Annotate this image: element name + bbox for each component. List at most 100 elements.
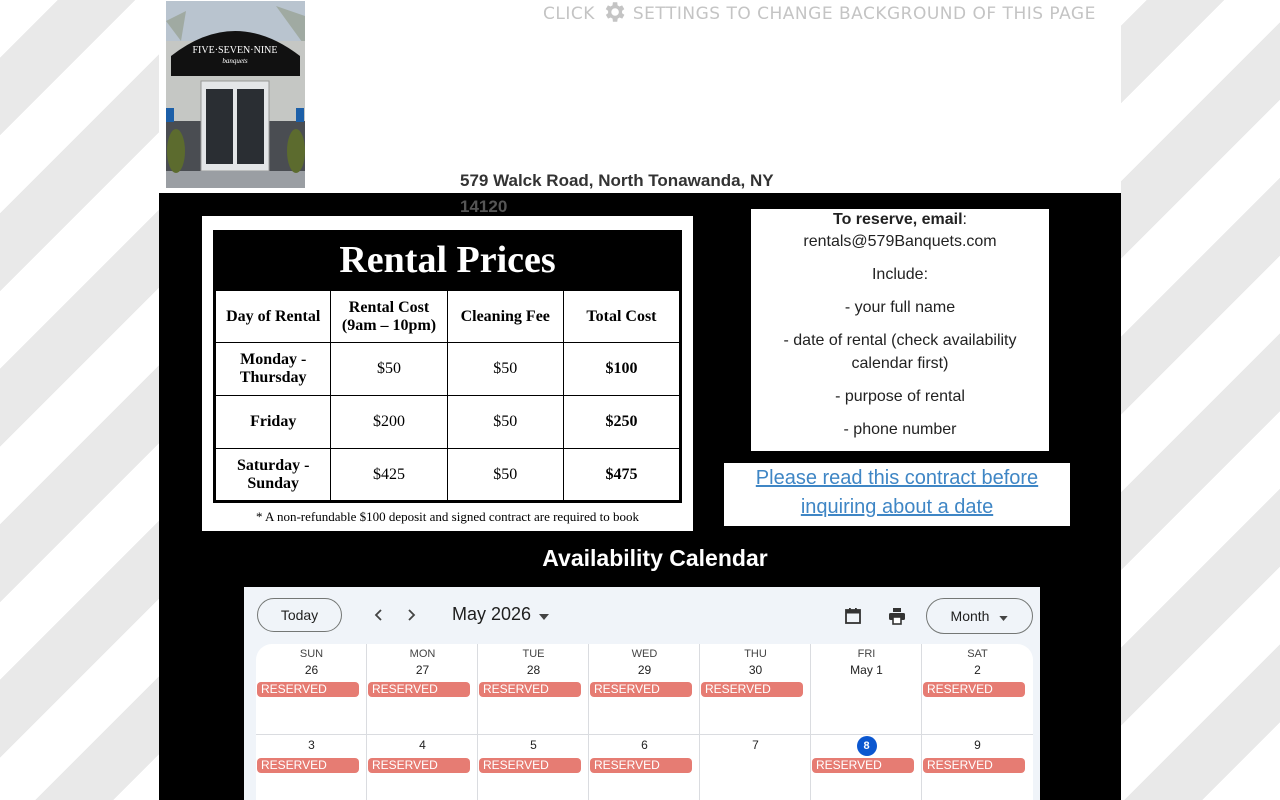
day-number: 26 <box>304 663 319 677</box>
day-number: 3 <box>308 738 315 752</box>
day-cell[interactable]: THU 30 RESERVED <box>700 644 811 735</box>
day-number: 30 <box>748 663 763 677</box>
reserve-info-box: To reserve, email: rentals@579Banquets.c… <box>751 209 1049 451</box>
availability-calendar: Today May 2026 Month SUN 26 RESERVED MON… <box>244 587 1040 800</box>
reserved-event[interactable]: RESERVED <box>923 682 1025 697</box>
contract-box: Please read this contract before inquiri… <box>724 463 1070 526</box>
day-number: May 1 <box>850 663 883 677</box>
weekday-label: TUE <box>522 648 545 660</box>
print-icon[interactable] <box>885 604 909 628</box>
column-header: Day of Rental <box>213 289 332 343</box>
chevron-left-icon[interactable] <box>368 604 390 626</box>
today-marker: 8 <box>856 736 877 756</box>
column-header: Cleaning Fee <box>446 289 564 343</box>
settings-hint-banner: CLICK SETTINGS TO CHANGE BACKGROUND OF T… <box>543 1 1096 26</box>
banner-text: CLICK <box>543 4 595 24</box>
cleaning-fee-cell: $50 <box>446 448 564 502</box>
page-container: FIVE·SEVEN·NINE banquets CLICK SETTINGS … <box>159 0 1121 800</box>
caret-down-icon <box>999 608 1009 624</box>
gear-icon[interactable] <box>601 0 627 30</box>
availability-title: Availability Calendar <box>542 545 768 571</box>
venue-zip: 14120 <box>460 197 508 216</box>
rental-cost-cell: $200 <box>330 395 448 449</box>
view-label: Month <box>950 608 990 624</box>
svg-text:banquets: banquets <box>222 57 248 65</box>
reserved-event[interactable]: RESERVED <box>701 682 803 697</box>
include-item: - your full name <box>844 299 956 316</box>
today-button[interactable]: Today <box>257 598 342 632</box>
table-row: Monday - Thursday $50 $50 $100 <box>213 342 682 396</box>
include-label: Include: <box>871 266 929 283</box>
reserved-event[interactable]: RESERVED <box>257 758 359 773</box>
cleaning-fee-cell: $50 <box>446 395 564 449</box>
weekday-label: FRI <box>857 648 876 660</box>
day-cell[interactable]: TUE 28 RESERVED <box>478 644 589 735</box>
day-cell: Saturday - Sunday <box>213 448 332 502</box>
calendar-icon[interactable] <box>841 604 865 628</box>
day-number: 5 <box>530 738 537 752</box>
day-cell[interactable]: SUN 26 RESERVED <box>256 644 367 735</box>
day-cell[interactable]: FRI May 1 <box>811 644 922 735</box>
chevron-right-icon[interactable] <box>400 604 422 626</box>
table-row: Saturday - Sunday $425 $50 $475 <box>213 448 682 502</box>
day-number: 2 <box>974 663 981 677</box>
day-cell[interactable]: MON 27 RESERVED <box>367 644 478 735</box>
include-item: - date of rental (check availability cal… <box>783 332 1017 372</box>
day-cell[interactable]: 3 RESERVED <box>256 735 367 800</box>
weekday-label: SUN <box>299 648 324 660</box>
day-cell[interactable]: SAT 2 RESERVED <box>922 644 1033 735</box>
day-number: 4 <box>419 738 426 752</box>
banner-text-2: SETTINGS TO CHANGE BACKGROUND OF THIS PA… <box>632 4 1096 24</box>
day-cell[interactable]: WED 29 RESERVED <box>589 644 700 735</box>
deposit-note: * A non-refundable $100 deposit and sign… <box>255 509 640 524</box>
rental-prices-card: Rental Prices Day of Rental Rental Cost … <box>202 216 693 531</box>
total-cost-cell: $250 <box>562 395 682 449</box>
total-cost-cell: $100 <box>562 342 682 396</box>
reserve-heading-colon: : <box>962 211 967 228</box>
day-number: 28 <box>526 663 541 677</box>
include-item: - phone number <box>843 421 957 438</box>
day-cell[interactable]: 5 RESERVED <box>478 735 589 800</box>
contract-link[interactable]: Please read this contract before inquiri… <box>724 463 1070 522</box>
rental-prices-title: Rental Prices <box>213 230 682 289</box>
svg-text:FIVE·SEVEN·NINE: FIVE·SEVEN·NINE <box>193 45 278 56</box>
day-number: 27 <box>415 663 430 677</box>
venue-photo: FIVE·SEVEN·NINE banquets <box>166 1 305 188</box>
reserved-event[interactable]: RESERVED <box>368 682 470 697</box>
weekday-label: WED <box>631 648 658 660</box>
day-cell[interactable]: 6 RESERVED <box>589 735 700 800</box>
day-cell[interactable]: 8 RESERVED <box>811 735 922 800</box>
day-number-today: 8 <box>811 736 922 756</box>
reserved-event[interactable]: RESERVED <box>257 682 359 697</box>
day-cell[interactable]: 7 <box>700 735 811 800</box>
reserved-event[interactable]: RESERVED <box>590 758 692 773</box>
header-band: FIVE·SEVEN·NINE banquets CLICK SETTINGS … <box>159 0 1121 193</box>
day-number: 7 <box>752 738 759 752</box>
day-number: 9 <box>974 738 981 752</box>
calendar-toolbar: Today May 2026 Month <box>244 587 1040 643</box>
month-grid: SUN 26 RESERVED MON 27 RESERVED TUE 28 R… <box>256 644 1033 800</box>
reserved-event[interactable]: RESERVED <box>923 758 1025 773</box>
include-item: - purpose of rental <box>835 388 965 405</box>
day-number: 6 <box>641 738 648 752</box>
reserve-email: rentals@579Banquets.com <box>803 233 997 250</box>
table-header-row: Day of Rental Rental Cost (9am – 10pm) C… <box>213 289 682 343</box>
month-selector[interactable]: May 2026 <box>452 604 550 625</box>
day-cell: Monday - Thursday <box>213 342 332 396</box>
reserved-event[interactable]: RESERVED <box>812 758 914 773</box>
total-cost-cell: $475 <box>562 448 682 502</box>
reserved-event[interactable]: RESERVED <box>479 758 581 773</box>
caret-down-icon <box>539 604 550 625</box>
view-selector-button[interactable]: Month <box>926 598 1033 634</box>
reserved-event[interactable]: RESERVED <box>479 682 581 697</box>
day-cell[interactable]: 4 RESERVED <box>367 735 478 800</box>
weekday-label: SAT <box>967 648 988 660</box>
reserve-heading: To reserve, email <box>832 211 963 228</box>
weekday-label: MON <box>409 648 436 660</box>
reserved-event[interactable]: RESERVED <box>590 682 692 697</box>
reserved-event[interactable]: RESERVED <box>368 758 470 773</box>
column-header: Total Cost <box>562 289 682 343</box>
rental-cost-cell: $50 <box>330 342 448 396</box>
column-header: Rental Cost (9am – 10pm) <box>330 289 448 343</box>
day-cell[interactable]: 9 RESERVED <box>922 735 1033 800</box>
